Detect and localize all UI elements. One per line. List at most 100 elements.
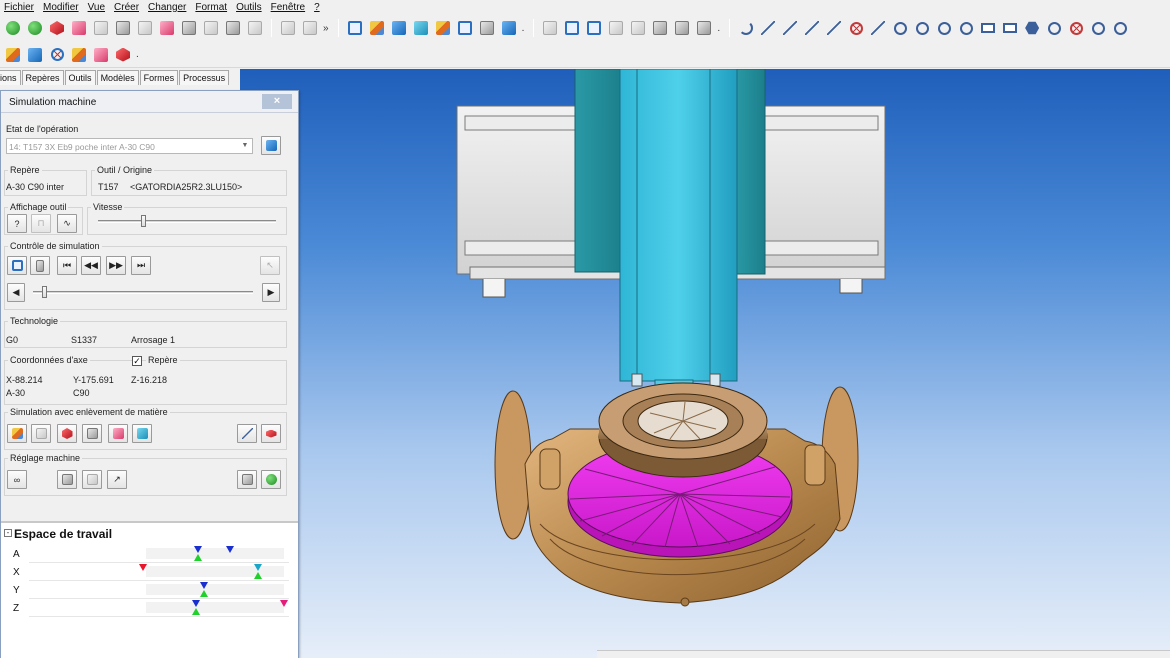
camera-icon[interactable] [673, 19, 691, 37]
step-forward-button[interactable]: ▶▶ [106, 256, 126, 275]
hexagon-icon[interactable] [1045, 19, 1063, 37]
material-sim-button[interactable] [7, 424, 27, 443]
tab-operations[interactable]: ions [0, 70, 21, 85]
circle-x-icon[interactable] [1067, 19, 1085, 37]
progress-right-button[interactable]: ▶ [262, 283, 280, 302]
material-line-button[interactable] [237, 424, 257, 443]
rectangle-icon[interactable] [979, 19, 997, 37]
circle-icon[interactable] [957, 19, 975, 37]
material-gray-button[interactable] [82, 424, 102, 443]
cube-icon[interactable] [4, 46, 22, 64]
tab-formes[interactable]: Formes [139, 70, 179, 85]
menu-outils[interactable]: Outils [232, 2, 267, 13]
tool-display-question-button[interactable]: ? [7, 214, 27, 233]
toolbar-overflow[interactable]: » [323, 23, 329, 34]
progress-slider-thumb[interactable] [42, 286, 47, 298]
angle-line-icon[interactable] [869, 19, 887, 37]
pink-part-icon[interactable] [158, 19, 176, 37]
material-red-button[interactable] [57, 424, 77, 443]
machine-axes-button[interactable] [57, 470, 77, 489]
line-icon[interactable] [825, 19, 843, 37]
menu-modifier[interactable]: Modifier [39, 2, 84, 13]
machine-tool-button[interactable]: ↗ [107, 470, 127, 489]
arc-icon[interactable] [1111, 19, 1129, 37]
color-cube-icon[interactable] [70, 46, 88, 64]
repere-checkbox[interactable]: ✓ [132, 356, 142, 366]
machine-export-button[interactable] [237, 470, 257, 489]
machine-setup-button[interactable]: ∞ [7, 470, 27, 489]
undo-icon[interactable] [279, 19, 297, 37]
menu-format[interactable]: Format [191, 2, 232, 13]
arc-icon[interactable] [1089, 19, 1107, 37]
3d-viewport[interactable] [240, 69, 1170, 658]
tools-icon[interactable] [434, 19, 452, 37]
dashed-gear-icon[interactable] [114, 19, 132, 37]
circle-icon[interactable] [935, 19, 953, 37]
line-icon[interactable] [781, 19, 799, 37]
window-icon[interactable] [563, 19, 581, 37]
zoom-icon[interactable] [695, 19, 713, 37]
window-icon[interactable] [585, 19, 603, 37]
curve-icon[interactable] [737, 19, 755, 37]
circle-icon[interactable] [891, 19, 909, 37]
erase-icon[interactable] [180, 19, 198, 37]
machine-check-button[interactable] [261, 470, 281, 489]
menu-vue[interactable]: Vue [84, 2, 110, 13]
progress-left-button[interactable]: ◀ [7, 283, 25, 302]
panel-header[interactable]: Simulation machine × [1, 91, 298, 113]
material-outline-button[interactable] [31, 424, 51, 443]
speed-slider-thumb[interactable] [140, 215, 146, 227]
tab-reperes[interactable]: Repères [21, 70, 64, 85]
menu-fenetre[interactable]: Fenêtre [267, 2, 310, 13]
red-cube-icon[interactable] [92, 46, 110, 64]
red-shape-icon[interactable] [48, 19, 66, 37]
tab-processus[interactable]: Processus [179, 70, 230, 85]
arrow-up-icon[interactable] [412, 19, 430, 37]
cursor-icon[interactable] [202, 19, 220, 37]
pointer-button[interactable]: ↖ [260, 256, 280, 275]
surface-icon[interactable] [136, 19, 154, 37]
frame-icon[interactable] [92, 19, 110, 37]
line-icon[interactable] [759, 19, 777, 37]
material-video-button[interactable] [261, 424, 281, 443]
pen-icon[interactable] [478, 19, 496, 37]
red-cube-icon[interactable] [114, 46, 132, 64]
tool-display-holder-button[interactable]: ⊓ [31, 214, 51, 233]
window-icon[interactable] [629, 19, 647, 37]
house-icon[interactable] [368, 19, 386, 37]
tab-modeles[interactable]: Modèles [96, 70, 139, 85]
surface-icon[interactable] [224, 19, 242, 37]
operation-settings-button[interactable] [261, 136, 281, 155]
green-sphere-icon[interactable] [26, 19, 44, 37]
operation-select[interactable]: 14: T157 3X Eb9 poche inter A-30 C90 ▼ [6, 138, 253, 154]
line-icon[interactable] [803, 19, 821, 37]
hexagon-icon[interactable] [1023, 19, 1041, 37]
rewind-start-button[interactable]: ⏮ [57, 256, 77, 275]
material-dark-button[interactable] [108, 424, 128, 443]
question-icon[interactable] [500, 19, 518, 37]
play-end-button[interactable]: ⏭ [131, 256, 151, 275]
green-sphere-icon[interactable] [4, 19, 22, 37]
cross-icon[interactable] [48, 46, 66, 64]
rectangle-icon[interactable] [1001, 19, 1019, 37]
menu-fichier[interactable]: Fichier [0, 2, 39, 13]
close-button[interactable]: × [262, 94, 292, 109]
step-back-button[interactable]: ◀◀ [81, 256, 101, 275]
tab-outils[interactable]: Outils [64, 70, 96, 85]
layout-icon[interactable] [346, 19, 364, 37]
column-icon[interactable] [390, 19, 408, 37]
machine-head-button[interactable] [82, 470, 102, 489]
cursor-icon[interactable] [246, 19, 264, 37]
redo-icon[interactable] [301, 19, 319, 37]
workspace-collapse-toggle[interactable]: - [4, 529, 12, 537]
sim-step-button[interactable] [30, 256, 50, 275]
menu-creer[interactable]: Créer [110, 2, 144, 13]
menu-help[interactable]: ? [310, 2, 325, 13]
tool-display-shape-button[interactable]: ∿ [57, 214, 77, 233]
camera-icon[interactable] [651, 19, 669, 37]
select-box-icon[interactable] [541, 19, 559, 37]
circle-icon[interactable] [913, 19, 931, 37]
grid-icon[interactable] [456, 19, 474, 37]
crosshair-icon[interactable] [847, 19, 865, 37]
sim-mode-button[interactable] [7, 256, 27, 275]
